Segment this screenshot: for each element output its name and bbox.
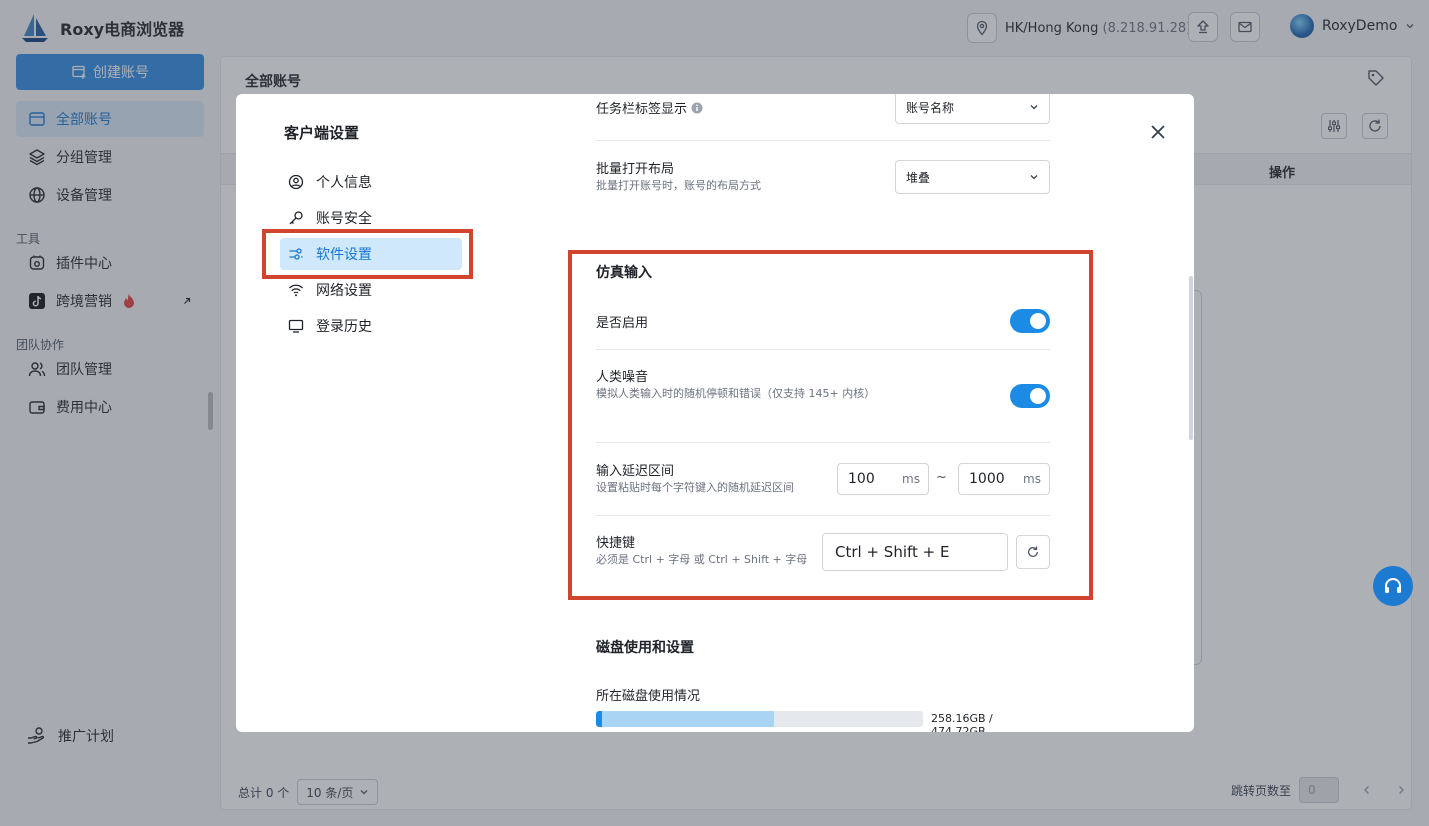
info-icon[interactable]	[691, 102, 703, 114]
input-delay-desc: 设置粘贴时每个字符键入的随机延迟区间	[596, 481, 794, 494]
refresh-icon	[1028, 546, 1038, 557]
settings-menu-software[interactable]: 软件设置	[280, 238, 462, 270]
enable-toggle[interactable]	[1010, 309, 1050, 333]
input-delay-label: 输入延迟区间	[596, 464, 675, 479]
disk-usage-fill	[596, 711, 774, 727]
delay-max-input[interactable]: 1000 ms	[958, 463, 1050, 495]
batch-layout-desc: 批量打开账号时，账号的布局方式	[596, 179, 761, 192]
delay-max-value: 1000	[969, 471, 1005, 487]
user-circle-icon	[288, 174, 304, 190]
settings-content: 任务栏标签显示 账号名称 批量打开布局 批量打开账号时，账号的布局方式 堆叠 仿…	[596, 94, 1050, 732]
menu-label: 软件设置	[316, 247, 372, 263]
close-icon	[1151, 125, 1165, 139]
hotkey-label: 快捷键	[596, 536, 636, 551]
batch-layout-setting: 批量打开布局 批量打开账号时，账号的布局方式	[596, 158, 761, 195]
disk-usage-label: 所在磁盘使用情况	[596, 689, 701, 704]
delay-min-value: 100	[848, 471, 875, 487]
section-title-disk: 磁盘使用和设置	[596, 640, 694, 656]
headset-icon	[1385, 578, 1401, 593]
unit-label: ms	[1023, 472, 1041, 486]
disk-usage-bar	[596, 711, 923, 727]
settings-menu-login-history[interactable]: 登录历史	[280, 310, 462, 342]
client-settings-modal: 客户端设置 个人信息 账号安全 软件设置 网络设置 登录历史 任务栏标签显示 账…	[236, 94, 1194, 732]
taskbar-label-setting: 任务栏标签显示	[596, 98, 703, 117]
enable-label: 是否启用	[596, 316, 649, 331]
menu-label: 账号安全	[316, 211, 372, 227]
select-value: 账号名称	[906, 100, 955, 115]
unit-label: ms	[902, 472, 920, 486]
menu-label: 网络设置	[316, 283, 372, 299]
settings-menu-profile[interactable]: 个人信息	[280, 166, 462, 198]
hotkey-reset-button[interactable]	[1016, 535, 1050, 569]
input-delay-setting: 输入延迟区间 设置粘贴时每个字符键入的随机延迟区间	[596, 460, 794, 497]
human-noise-toggle[interactable]	[1010, 384, 1050, 408]
delay-min-input[interactable]: 100 ms	[837, 463, 929, 495]
taskbar-label-select[interactable]: 账号名称	[895, 94, 1050, 124]
divider	[596, 442, 1050, 443]
batch-layout-label: 批量打开布局	[596, 162, 675, 177]
human-noise-label: 人类噪音	[596, 370, 649, 385]
close-button[interactable]	[1146, 120, 1170, 144]
sliders-toggle-icon	[289, 248, 303, 260]
menu-label: 登录历史	[316, 319, 372, 335]
settings-menu-network[interactable]: 网络设置	[280, 274, 462, 306]
menu-label: 个人信息	[316, 175, 372, 191]
human-noise-setting: 人类噪音 模拟人类输入时的随机停顿和错误（仅支持 145+ 内核）	[596, 366, 886, 403]
hotkey-desc: 必须是 Ctrl + 字母 或 Ctrl + Shift + 字母	[596, 553, 808, 566]
chevron-down-icon	[1030, 105, 1038, 110]
select-value: 堆叠	[906, 170, 931, 185]
divider	[596, 140, 1050, 141]
wifi-icon	[289, 284, 303, 297]
batch-layout-select[interactable]: 堆叠	[895, 160, 1050, 194]
hotkey-input[interactable]: Ctrl + Shift + E	[822, 533, 1008, 571]
divider	[596, 515, 1050, 516]
support-button[interactable]	[1373, 566, 1413, 606]
range-separator: ~	[936, 470, 947, 485]
modal-scrollbar[interactable]	[1189, 276, 1193, 440]
modal-title: 客户端设置	[284, 124, 360, 142]
monitor-icon	[288, 319, 304, 333]
chevron-down-icon	[1030, 175, 1038, 180]
hotkey-setting: 快捷键 必须是 Ctrl + 字母 或 Ctrl + Shift + 字母	[596, 532, 807, 569]
settings-menu-security[interactable]: 账号安全	[280, 202, 462, 234]
section-title-simulated-input: 仿真输入	[596, 265, 652, 281]
key-icon	[289, 211, 303, 225]
divider	[596, 349, 1050, 350]
human-noise-desc: 模拟人类输入时的随机停顿和错误（仅支持 145+ 内核）	[596, 387, 876, 400]
disk-usage-text: 258.16GB / 474.72GB	[931, 712, 993, 732]
